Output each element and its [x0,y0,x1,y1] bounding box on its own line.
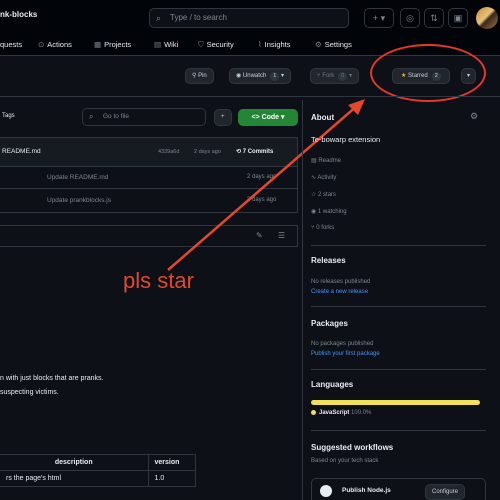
commit-message[interactable]: README.md [2,148,41,155]
repo-description: Te-bowarp extension [311,135,381,144]
about-item-label: 0 forks [316,225,335,231]
shield-icon: ⛉ [198,40,204,49]
table-icon: ▦ [94,40,102,49]
file-commit-message[interactable]: Update prankblocks.js [47,197,111,204]
eye-icon: ◉ [236,73,243,79]
pin-label: Pin [198,73,207,79]
about-item-label: 1 watching [317,209,347,215]
search-icon: ⌕ [89,112,94,121]
tab-actions[interactable]: ⊙ Actions [38,40,72,49]
stars-link[interactable]: ☆ 2 stars [311,191,336,198]
activity-link[interactable]: ∿ Activity [311,174,336,181]
workflow-name: Publish Node.js [342,487,391,494]
repo-name[interactable]: nk-blocks [0,10,37,19]
readme-text-line: suspecting victims. [0,389,59,396]
divider [311,245,486,246]
fork-count: 0 [338,72,348,81]
about-title: About [311,113,335,122]
table-cell: 1.0 [147,470,196,487]
create-new-button[interactable]: + ▾ [364,8,394,28]
annotation-text: pls star [123,268,194,293]
tab-label: Insights [264,40,291,49]
about-item-label: 2 stars [318,192,337,198]
forks-link[interactable]: ⑂ 0 forks [311,225,334,231]
workflow-card: Publish Node.js Configure [311,478,486,500]
language-percent: 100.0% [351,410,372,417]
unwatch-count: 1 [270,72,280,81]
divider [311,306,486,307]
no-releases-text: No releases published [311,279,371,285]
language-dot-icon [311,410,316,415]
readme-link[interactable]: ▤ Readme [311,157,341,164]
divider [311,369,486,370]
nodejs-icon [320,485,332,497]
tab-label: Settings [324,40,352,49]
table-cell: rs the page's html [0,470,149,487]
unwatch-label: Unwatch [242,73,267,79]
star-icon: ☆ [311,192,319,198]
tab-label: Security [206,40,234,49]
tab-insights[interactable]: ⌇ Insights [258,40,291,49]
table-header: description [0,454,149,471]
readme-text-line: n with just blocks that are pranks. [0,375,104,382]
create-release-link[interactable]: Create a new release [311,289,368,295]
gear-icon: ⚙ [315,40,322,49]
workflows-title: Suggested workflows [311,443,394,452]
no-packages-text: No packages published [311,341,374,347]
eye-icon: ◉ [311,209,318,215]
releases-title[interactable]: Releases [311,256,346,265]
tags-label: Tags [2,113,15,119]
divider [311,430,486,431]
search-icon: ⌕ [156,13,162,23]
unwatch-button[interactable]: ◉ Unwatch 1 ▾ [229,68,291,84]
play-circle-icon: ⊙ [38,40,45,49]
tab-wiki[interactable]: ▤ Wiki [154,40,178,49]
tab-security[interactable]: ⛉ Security [198,40,234,50]
search-placeholder: Type / to search [170,13,227,22]
tab-pull-requests[interactable]: quests [0,40,22,49]
fork-button[interactable]: ⑂ Fork 0 ▾ [310,68,360,84]
watching-link[interactable]: ◉ 1 watching [311,208,347,215]
graph-icon: ⌇ [258,40,262,49]
annotation-circle [370,44,486,102]
issues-icon[interactable]: ◎ [400,8,420,28]
inbox-icon[interactable]: ▣ [448,8,468,28]
language-item[interactable]: JavaScript 100.0% [311,410,371,416]
language-name: JavaScript [319,410,350,417]
publish-package-link[interactable]: Publish your first package [311,351,380,357]
go-to-file-placeholder: Go to file [103,113,130,120]
file-commit-message[interactable]: Update README.md [47,174,108,181]
readme-table: description version rs the page's html 1… [0,454,196,487]
table-header: version [147,454,196,471]
workflows-subtitle: Based on your tech stack [311,458,379,464]
gear-icon[interactable]: ⚙ [470,111,478,122]
tab-label: Actions [47,40,72,49]
tab-label: Wiki [164,40,179,49]
pin-button[interactable]: ⚲ Pin [185,68,214,84]
sidebar-divider [302,100,303,500]
fork-label: Fork [322,73,335,79]
search-input[interactable]: ⌕ Type / to search [149,8,349,28]
avatar[interactable] [476,7,498,29]
tab-settings[interactable]: ⚙ Settings [315,40,352,49]
tab-label: Projects [104,40,132,49]
about-item-label: Activity [317,175,337,181]
tab-label: quests [0,40,23,49]
tags-link[interactable]: Tags [2,113,15,119]
language-bar [311,400,480,405]
about-item-label: Readme [318,158,342,164]
book-icon: ▤ [154,40,162,49]
annotation-arrow [167,99,365,271]
pull-requests-icon[interactable]: ⇅ [424,8,444,28]
configure-button[interactable]: Configure [425,484,466,500]
languages-title: Languages [311,380,354,389]
tab-projects[interactable]: ▦ Projects [94,40,131,49]
packages-title[interactable]: Packages [311,319,348,328]
